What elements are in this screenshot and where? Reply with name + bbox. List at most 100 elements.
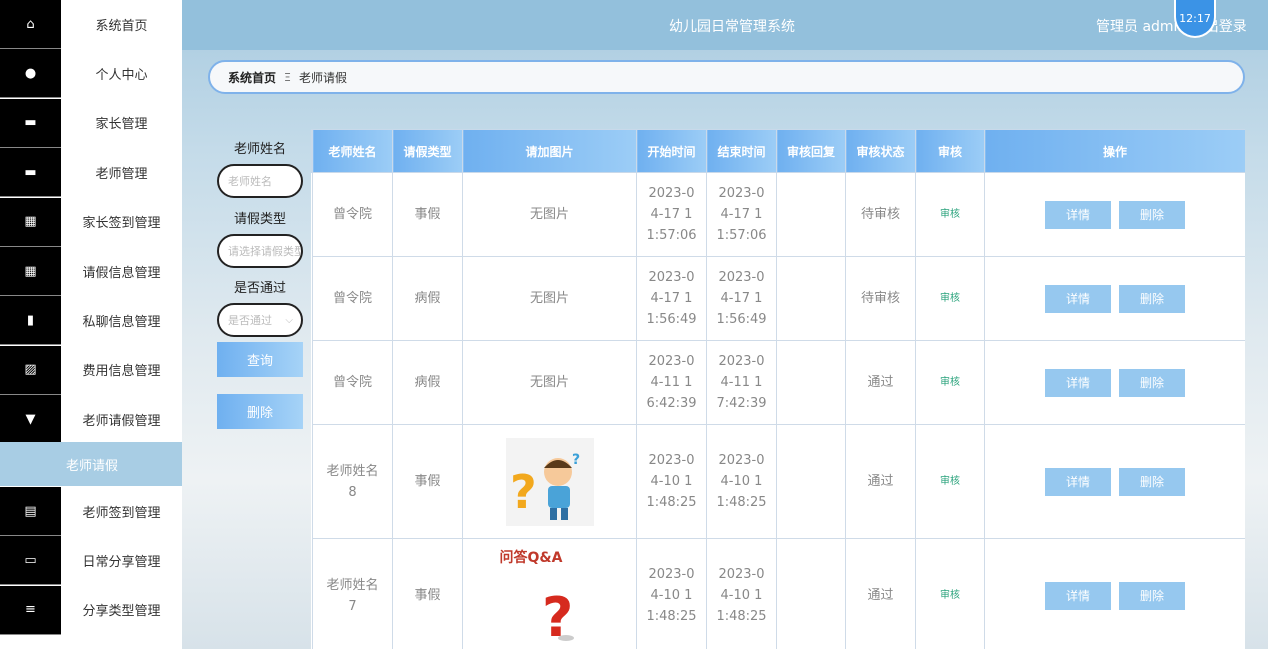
audit-status-cell: 待审核 bbox=[845, 172, 916, 257]
teacher-name-cell: 曾令院 bbox=[312, 172, 393, 257]
leave-type-cell: 病假 bbox=[392, 340, 463, 425]
sidebar-item-label: 请假信息管理 bbox=[61, 247, 182, 295]
qa-image: 问答Q&A? bbox=[500, 548, 600, 644]
breadcrumb-current: 老师请假 bbox=[298, 70, 347, 85]
sidebar-item-label: 费用信息管理 bbox=[61, 345, 182, 394]
end-time-cell: 2023-04-17 11:56:49 bbox=[706, 256, 777, 341]
start-time-cell: 2023-04-17 11:56:49 bbox=[636, 256, 707, 341]
type-filter-select[interactable]: 请选择请假类型 bbox=[217, 234, 303, 268]
column-header: 老师姓名 bbox=[312, 129, 393, 173]
leave-table: 老师姓名 请假类型 请加图片 开始时间 结束时间 审核回复 审核状态 审核 操作 曾令院 事假 无图… bbox=[311, 129, 1245, 649]
audit-link[interactable]: 审核 bbox=[915, 538, 985, 649]
question-cartoon-image: ?? bbox=[505, 437, 594, 526]
pass-filter-value: 是否通过 bbox=[228, 314, 272, 327]
top-bar: 幼儿园日常管理系统 管理员 admin 退出登录 bbox=[182, 0, 1268, 50]
table-row: 老师姓名8 事假?? 2023-04-10 11:48:25 2023-04-10 1… bbox=[311, 424, 1245, 539]
column-header: 操作 bbox=[984, 129, 1245, 173]
clipboard-icon: ▤ bbox=[0, 487, 61, 535]
sidebar-item[interactable]: ▼ 老师请假管理 bbox=[0, 395, 182, 445]
svg-text:?: ? bbox=[510, 465, 537, 519]
sidebar-item[interactable]: ≡ 分享类型管理 bbox=[0, 585, 182, 635]
svg-text:?: ? bbox=[572, 452, 580, 468]
sidebar-item-label: 个人中心 bbox=[61, 49, 182, 98]
operations-cell: 详情 删除 bbox=[984, 424, 1245, 539]
sidebar-item-label: 老师签到管理 bbox=[61, 487, 182, 535]
sidebar: ⌂ 系统首页 ● 个人中心 ▬ 家长管理 ▬ 老师管理 ▦ 家长签到管理 ▦ 请假信息管理 ▮ 私聊信息管… bbox=[0, 0, 182, 649]
audit-reply-cell bbox=[776, 340, 846, 425]
delete-button[interactable]: 删除 bbox=[1119, 581, 1185, 610]
leave-picture-cell: ?? bbox=[462, 424, 637, 539]
detail-button[interactable]: 详情 bbox=[1045, 200, 1111, 229]
name-filter-label: 老师姓名 bbox=[233, 142, 286, 157]
delete-button[interactable]: 删除 bbox=[1119, 368, 1185, 397]
leave-picture-cell: 无图片 bbox=[462, 172, 637, 257]
chat-icon: ▬ bbox=[0, 98, 61, 147]
detail-button[interactable]: 详情 bbox=[1045, 368, 1111, 397]
table-row: 老师姓名7 事假 问答Q&A? 2023-04-10 11:48:25 2023-04-… bbox=[311, 538, 1245, 649]
delete-button[interactable]: 删除 bbox=[1119, 467, 1185, 496]
sidebar-subitem-teacher-leave[interactable]: 老师请假 bbox=[0, 442, 182, 486]
grid-icon: ▦ bbox=[0, 197, 61, 246]
audit-reply-cell bbox=[776, 538, 846, 649]
column-header: 审核状态 bbox=[845, 129, 916, 173]
detail-button[interactable]: 详情 bbox=[1045, 581, 1111, 610]
sidebar-item-label: 分享类型管理 bbox=[61, 585, 182, 634]
audit-status-cell: 通过 bbox=[845, 424, 916, 539]
type-filter-label: 请假类型 bbox=[233, 212, 286, 227]
sidebar-item[interactable]: ● 个人中心 bbox=[0, 49, 182, 99]
teacher-name-cell: 老师姓名8 bbox=[312, 424, 393, 539]
sidebar-item[interactable]: ▦ 家长签到管理 bbox=[0, 197, 182, 247]
sidebar-item[interactable]: ▦ 请假信息管理 bbox=[0, 247, 182, 296]
table-row: 曾令院 事假 无图片 2023-04-17 11:57:06 2023-04-17 11… bbox=[311, 172, 1245, 257]
sidebar-item[interactable]: ▨ 费用信息管理 bbox=[0, 345, 182, 395]
audit-status-cell: 待审核 bbox=[845, 256, 916, 341]
name-filter-input[interactable]: 老师姓名 bbox=[217, 164, 303, 198]
sidebar-item-label: 老师请假管理 bbox=[61, 395, 182, 444]
delete-button[interactable]: 删除 bbox=[1119, 284, 1185, 313]
detail-button[interactable]: 详情 bbox=[1045, 467, 1111, 496]
column-header: 审核回复 bbox=[776, 129, 846, 173]
column-header: 开始时间 bbox=[636, 129, 707, 173]
delete-button[interactable]: 删除 bbox=[1119, 200, 1185, 229]
pass-filter-select[interactable]: 是否通过 ⌵ bbox=[217, 303, 303, 337]
audit-link[interactable]: 审核 bbox=[915, 172, 985, 257]
briefcase-icon: ▬ bbox=[0, 148, 61, 197]
sidebar-item[interactable]: ▬ 老师管理 bbox=[0, 148, 182, 198]
operations-cell: 详情 删除 bbox=[984, 340, 1245, 425]
audit-link[interactable]: 审核 bbox=[915, 256, 985, 341]
leave-type-cell: 事假 bbox=[392, 538, 463, 649]
audit-link[interactable]: 审核 bbox=[915, 424, 985, 539]
detail-button[interactable]: 详情 bbox=[1045, 284, 1111, 313]
breadcrumb-home[interactable]: 系统首页 bbox=[228, 69, 276, 86]
bar-chart-icon: ▮ bbox=[0, 296, 61, 345]
sidebar-item[interactable]: ⌂ 系统首页 bbox=[0, 0, 182, 49]
audit-link[interactable]: 审核 bbox=[915, 340, 985, 425]
table-header-row: 老师姓名 请假类型 请加图片 开始时间 结束时间 审核回复 审核状态 审核 操作 bbox=[311, 129, 1245, 173]
user-icon: ● bbox=[0, 49, 61, 98]
watermark: CSDN @laojin1234 bbox=[1114, 623, 1237, 638]
sidebar-item[interactable]: ▭ 日常分享管理 bbox=[0, 536, 182, 586]
list-icon: ≡ bbox=[0, 585, 61, 634]
sidebar-item[interactable]: ▤ 老师签到管理 bbox=[0, 487, 182, 536]
user-logout[interactable]: 管理员 admin 退出登录 bbox=[1096, 16, 1247, 36]
bulk-delete-button[interactable]: 删除 bbox=[217, 394, 303, 429]
sidebar-item-label: 日常分享管理 bbox=[61, 536, 182, 585]
line-chart-icon: ▨ bbox=[0, 345, 61, 394]
column-header: 结束时间 bbox=[706, 129, 777, 173]
teacher-name-cell: 曾令院 bbox=[312, 340, 393, 425]
teacher-name-cell: 曾令院 bbox=[312, 256, 393, 341]
leave-picture-cell: 问答Q&A? bbox=[462, 538, 637, 649]
leave-type-cell: 事假 bbox=[392, 172, 463, 257]
app-title: 幼儿园日常管理系统 bbox=[669, 19, 795, 35]
start-time-cell: 2023-04-17 11:57:06 bbox=[636, 172, 707, 257]
query-button[interactable]: 查询 bbox=[217, 342, 303, 377]
audit-status-cell: 通过 bbox=[845, 538, 916, 649]
sidebar-item[interactable]: ▮ 私聊信息管理 bbox=[0, 296, 182, 346]
audit-reply-cell bbox=[776, 172, 846, 257]
column-header: 审核 bbox=[915, 129, 985, 173]
audit-status-cell: 通过 bbox=[845, 340, 916, 425]
sidebar-item[interactable]: ▬ 家长管理 bbox=[0, 98, 182, 148]
sidebar-divider bbox=[0, 633, 61, 635]
red-question-mark-svg: ? bbox=[542, 586, 574, 644]
leave-picture-cell: 无图片 bbox=[462, 340, 637, 425]
